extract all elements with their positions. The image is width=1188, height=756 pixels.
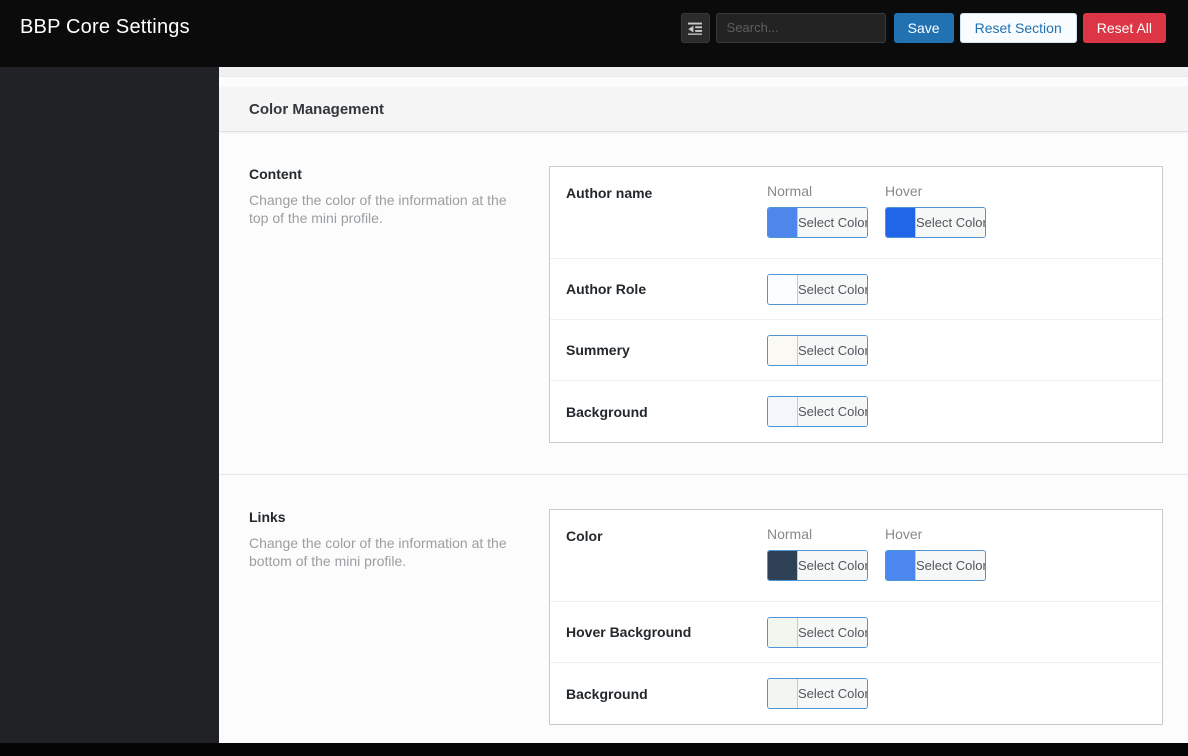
color-controls: Select Color bbox=[767, 616, 868, 648]
color-controls: Select Color bbox=[767, 396, 868, 427]
sidebar bbox=[0, 67, 219, 743]
reset-all-button[interactable]: Reset All bbox=[1082, 12, 1166, 43]
state-label: Normal bbox=[767, 526, 813, 542]
main-content: Color Management Content Change the color… bbox=[219, 67, 1188, 743]
color-swatch bbox=[768, 679, 798, 708]
select-color-label: Select Color bbox=[916, 551, 985, 580]
section-info: Content Change the color of the informati… bbox=[249, 166, 549, 443]
settings-panel: Color Normal Select Color Hover Select Color… bbox=[549, 509, 1163, 725]
color-picker-group: Select Color bbox=[767, 334, 868, 366]
settings-row: Hover Background Select Color bbox=[550, 602, 1162, 663]
color-picker-group: Normal Select Color bbox=[767, 183, 868, 238]
select-color-button[interactable]: Select Color bbox=[767, 273, 868, 305]
color-picker-group: Select Color bbox=[767, 616, 868, 648]
color-picker-group: Select Color bbox=[767, 678, 868, 709]
search-input[interactable] bbox=[715, 12, 886, 43]
settings-row: Summery Select Color bbox=[550, 320, 1162, 381]
content-top-strip bbox=[219, 67, 1188, 77]
color-swatch bbox=[768, 551, 798, 580]
section-title: Links bbox=[249, 509, 286, 525]
settings-row: Author name Normal Select Color Hover Select… bbox=[550, 167, 1162, 259]
content-top-gap bbox=[219, 77, 1188, 87]
color-controls: Select Color bbox=[767, 273, 868, 305]
setting-label: Color bbox=[566, 528, 603, 544]
setting-label: Background bbox=[566, 403, 648, 420]
color-picker-group: Select Color bbox=[767, 396, 868, 427]
setting-label: Hover Background bbox=[566, 624, 692, 640]
select-color-label: Select Color bbox=[798, 208, 867, 237]
settings-row: Color Normal Select Color Hover Select Color bbox=[550, 510, 1162, 602]
bottom-bar bbox=[0, 743, 1188, 756]
setting-label: Background bbox=[566, 685, 648, 702]
settings-section-links: Links Change the color of the information… bbox=[219, 474, 1188, 743]
setting-label: Summery bbox=[566, 342, 630, 358]
top-header: BBP Core Settings Save Reset Section Res… bbox=[0, 0, 1188, 67]
state-label: Hover bbox=[885, 526, 923, 542]
section-info: Links Change the color of the information… bbox=[249, 509, 549, 725]
save-button[interactable]: Save bbox=[893, 12, 954, 43]
color-picker-group: Hover Select Color bbox=[885, 526, 986, 581]
color-swatch bbox=[886, 208, 916, 237]
outdent-icon bbox=[687, 20, 703, 36]
color-swatch bbox=[768, 208, 798, 237]
color-controls: Select Color bbox=[767, 678, 868, 709]
color-picker-group: Select Color bbox=[767, 273, 868, 305]
color-picker-group: Normal Select Color bbox=[767, 526, 868, 581]
color-picker-group: Hover Select Color bbox=[885, 183, 986, 238]
color-swatch bbox=[768, 617, 798, 647]
select-color-button[interactable]: Select Color bbox=[767, 396, 868, 427]
select-color-button[interactable]: Select Color bbox=[767, 334, 868, 366]
section-description: Change the color of the information at t… bbox=[249, 192, 507, 227]
select-color-label: Select Color bbox=[798, 335, 867, 365]
reset-section-button[interactable]: Reset Section bbox=[959, 12, 1077, 43]
select-color-label: Select Color bbox=[798, 551, 867, 580]
settings-row: Author Role Select Color bbox=[550, 259, 1162, 320]
select-color-label: Select Color bbox=[798, 274, 867, 304]
select-color-label: Select Color bbox=[798, 617, 867, 647]
section-description: Change the color of the information at t… bbox=[249, 535, 507, 570]
section-title: Content bbox=[249, 166, 302, 182]
color-swatch bbox=[886, 551, 916, 580]
color-swatch bbox=[768, 397, 798, 426]
color-controls: Normal Select Color Hover Select Color bbox=[767, 183, 986, 238]
color-controls: Normal Select Color Hover Select Color bbox=[767, 526, 986, 581]
settings-sections: Content Change the color of the informati… bbox=[219, 132, 1188, 743]
settings-row: Background Select Color bbox=[550, 381, 1162, 442]
select-color-button[interactable]: Select Color bbox=[767, 207, 868, 238]
select-color-button[interactable]: Select Color bbox=[885, 550, 986, 581]
select-color-label: Select Color bbox=[798, 679, 867, 708]
settings-panel: Author name Normal Select Color Hover Select… bbox=[549, 166, 1163, 443]
color-swatch bbox=[768, 274, 798, 304]
select-color-button[interactable]: Select Color bbox=[767, 550, 868, 581]
select-color-button[interactable]: Select Color bbox=[767, 616, 868, 648]
setting-label: Author Role bbox=[566, 281, 647, 297]
sidebar-toggle-button[interactable] bbox=[680, 12, 710, 43]
select-color-button[interactable]: Select Color bbox=[767, 678, 868, 709]
settings-section-content: Content Change the color of the informati… bbox=[219, 132, 1188, 474]
setting-label: Author name bbox=[566, 185, 653, 201]
color-controls: Select Color bbox=[767, 334, 868, 366]
select-color-label: Select Color bbox=[798, 397, 867, 426]
page-title: BBP Core Settings bbox=[20, 16, 190, 38]
state-label: Hover bbox=[885, 183, 923, 199]
color-swatch bbox=[768, 335, 798, 365]
section-header-title: Color Management bbox=[249, 100, 385, 118]
select-color-label: Select Color bbox=[916, 208, 985, 237]
settings-row: Background Select Color bbox=[550, 663, 1162, 724]
select-color-button[interactable]: Select Color bbox=[885, 207, 986, 238]
header-toolbar: Save Reset Section Reset All bbox=[680, 12, 1166, 43]
state-label: Normal bbox=[767, 183, 813, 199]
section-header: Color Management bbox=[219, 87, 1188, 132]
